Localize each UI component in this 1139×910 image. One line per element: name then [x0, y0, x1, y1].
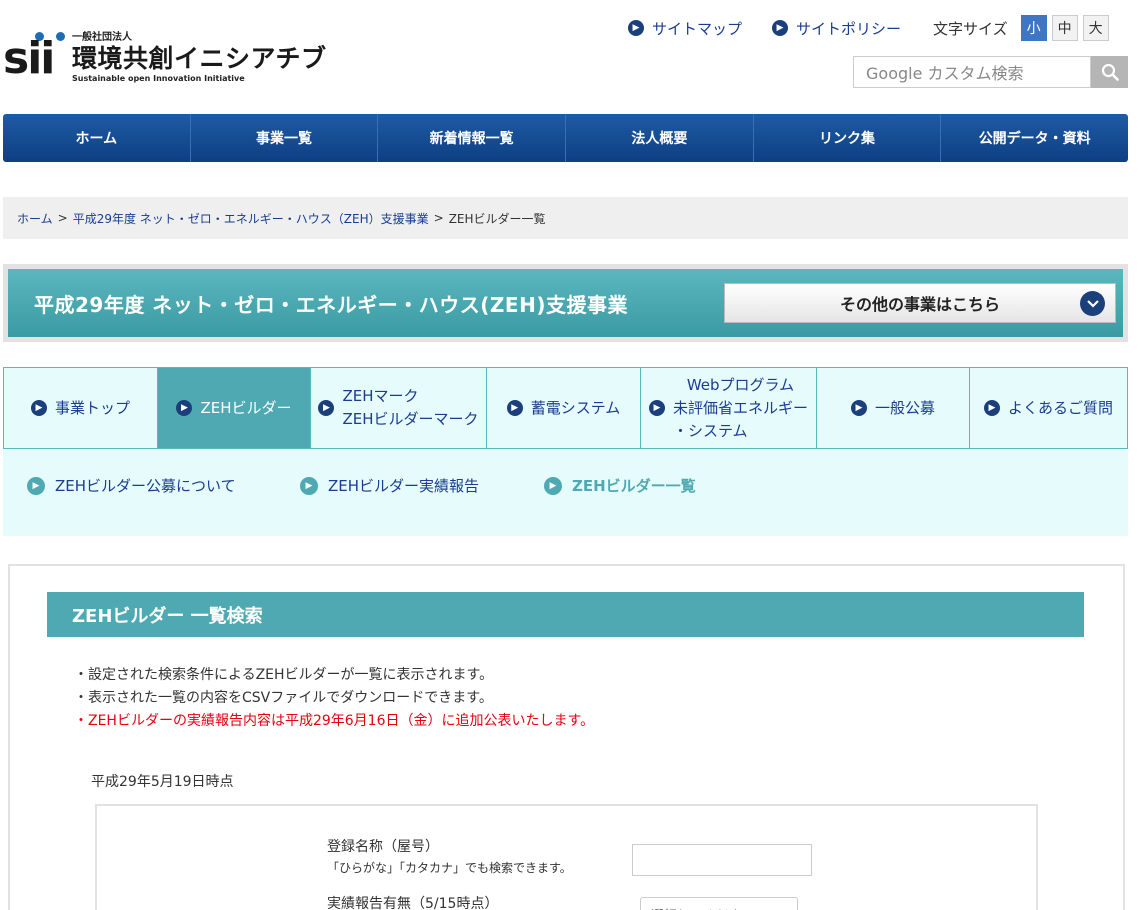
subnav-builder-list[interactable]: ▶ ZEHビルダー一覧	[544, 475, 696, 496]
tab-storage-system[interactable]: ▶ 蓄電システム	[487, 368, 641, 448]
breadcrumb: ホーム > 平成29年度 ネット・ゼロ・エネルギー・ハウス（ZEH）支援事業 >…	[3, 197, 1128, 239]
utility-links: ▶ サイトマップ ▶ サイトポリシー 文字サイズ 小 中 大	[628, 15, 1109, 41]
gnav-links[interactable]: リンク集	[754, 114, 942, 162]
search-input[interactable]: Google カスタム検索	[853, 56, 1091, 88]
tab-zeh-builder[interactable]: ▶ ZEHビルダー	[158, 368, 311, 448]
chevron-right-icon: ▶	[628, 20, 644, 36]
tab-zeh-mark[interactable]: ▶ ZEHマーク ZEHビルダーマーク	[311, 368, 487, 448]
other-projects-button[interactable]: その他の事業はこちら	[724, 283, 1116, 323]
font-size-label: 文字サイズ	[933, 19, 1008, 38]
site-search: Google カスタム検索	[853, 56, 1128, 88]
project-sub-nav: ▶ 事業トップ ▶ ZEHビルダー ▶ ZEHマーク ZEHビルダーマーク ▶ 蓄…	[3, 367, 1128, 449]
gnav-projects[interactable]: 事業一覧	[191, 114, 379, 162]
zeh-builder-sub-nav: ▶ ZEHビルダー公募について ▶ ZEHビルダー実績報告 ▶ ZEHビルダー一…	[3, 449, 1128, 536]
subnav-builder-offering[interactable]: ▶ ZEHビルダー公募について	[27, 475, 236, 496]
chevron-right-icon: ▶	[27, 476, 45, 495]
main-content: ZEHビルダー 一覧検索 ・設定された検索条件によるZEHビルダーが一覧に表示さ…	[8, 564, 1125, 910]
tab-faq[interactable]: ▶ よくあるご質問	[970, 368, 1127, 448]
chevron-right-icon: ▶	[544, 476, 562, 495]
search-icon	[1101, 63, 1119, 81]
chevron-right-icon: ▶	[176, 400, 193, 416]
gnav-about[interactable]: 法人概要	[566, 114, 754, 162]
chevron-right-icon: ▶	[648, 400, 665, 416]
sitemap-link[interactable]: ▶ サイトマップ	[628, 18, 742, 39]
breadcrumb-home[interactable]: ホーム	[17, 210, 53, 227]
note-line: ・表示された一覧の内容をCSVファイルでダウンロードできます。	[74, 690, 493, 706]
gnav-news[interactable]: 新着情報一覧	[378, 114, 567, 162]
note-line: ・設定された検索条件によるZEHビルダーが一覧に表示されます。	[74, 667, 494, 683]
global-nav: ホーム 事業一覧 新着情報一覧 法人概要 リンク集 公開データ・資料	[3, 114, 1128, 162]
report-select[interactable]: 選択してください	[640, 897, 798, 910]
name-input[interactable]	[632, 844, 812, 876]
chevron-right-icon: ▶	[300, 476, 318, 495]
section-title: ZEHビルダー 一覧検索	[47, 592, 1084, 637]
chevron-right-icon: ▶	[506, 400, 523, 416]
chevron-right-icon: ▶	[772, 20, 789, 36]
project-title: 平成29年度 ネット・ゼロ・エネルギー・ハウス(ZEH)支援事業	[34, 292, 628, 317]
as-of-date: 平成29年5月19日時点	[91, 774, 234, 790]
org-name: 環境共創イニシアチブ	[72, 44, 327, 73]
breadcrumb-current: ZEHビルダー一覧	[448, 211, 546, 226]
site-policy-link[interactable]: ▶ サイトポリシー	[772, 18, 901, 39]
org-name-en: Sustainable open Innovation Initiative	[72, 74, 245, 83]
font-size-medium-button[interactable]: 中	[1051, 15, 1078, 41]
notice-line: ・ZEHビルダーの実績報告内容は平成29年6月16日（金）に追加公表いたします。	[74, 713, 595, 729]
site-logo[interactable]: sii 一般社団法人 環境共創イニシアチブ Sustainable open I…	[3, 30, 327, 84]
chevron-down-icon	[1080, 291, 1105, 316]
chevron-right-icon: ▶	[850, 400, 867, 416]
gnav-home[interactable]: ホーム	[3, 114, 191, 162]
tab-project-top[interactable]: ▶ 事業トップ	[4, 368, 158, 448]
chevron-right-icon: ▶	[318, 400, 335, 416]
search-button[interactable]	[1091, 56, 1128, 88]
gnav-public-data[interactable]: 公開データ・資料	[941, 114, 1128, 162]
chevron-right-icon: ▶	[983, 400, 1000, 416]
font-size-large-button[interactable]: 大	[1082, 15, 1109, 41]
project-banner: 平成29年度 ネット・ゼロ・エネルギー・ハウス(ZEH)支援事業 その他の事業は…	[3, 264, 1128, 342]
org-type: 一般社団法人	[72, 32, 132, 43]
tab-public-offering[interactable]: ▶ 一般公募	[817, 368, 970, 448]
font-size-small-button[interactable]: 小	[1020, 15, 1047, 41]
sii-logo-mark: sii	[3, 30, 71, 82]
breadcrumb-project[interactable]: 平成29年度 ネット・ゼロ・エネルギー・ハウス（ZEH）支援事業	[73, 210, 429, 227]
tab-web-program[interactable]: ▶ Webプログラム 未評価省エネルギー ・システム	[641, 368, 817, 448]
name-hint: 「ひらがな」「カタカナ」でも検索できます。	[327, 861, 572, 875]
report-label: 実績報告有無（5/15時点）	[327, 896, 499, 910]
chevron-right-icon: ▶	[30, 400, 47, 416]
notes: ・設定された検索条件によるZEHビルダーが一覧に表示されます。 ・表示された一覧…	[74, 664, 594, 733]
subnav-builder-report[interactable]: ▶ ZEHビルダー実績報告	[300, 475, 479, 496]
name-label: 登録名称（屋号）	[327, 839, 439, 855]
search-form: 登録名称（屋号） 「ひらがな」「カタカナ」でも検索できます。 実績報告有無（5/…	[95, 804, 1038, 910]
